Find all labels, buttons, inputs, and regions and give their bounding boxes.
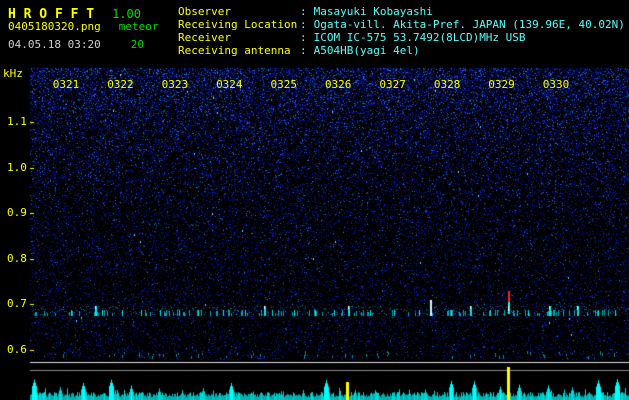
time-label: 0321 xyxy=(52,78,80,91)
info-row-observer: Observer: Masayuki Kobayashi xyxy=(178,5,625,18)
info-label: Receiver xyxy=(178,31,231,44)
time-label: 0322 xyxy=(107,78,134,91)
info-row-location: Receiving Location: Ogata-vill. Akita-Pre… xyxy=(178,18,625,31)
info-separator: : xyxy=(300,31,307,44)
time-label: 0329 xyxy=(488,78,515,91)
freq-axis-labels: 1.1 1.0 0.9 0.8 0.7 0.6 xyxy=(0,0,30,400)
freq-label: 0.7 xyxy=(7,297,27,311)
time-label: 0323 xyxy=(161,78,189,91)
freq-label: 1.1 xyxy=(7,115,27,128)
freq-label: 0.8 xyxy=(7,251,27,265)
file-row: 0405180320.png meteor xyxy=(8,20,158,33)
header: H R O F F T 1.00 0405180320.png meteor 04.… xyxy=(0,0,629,66)
time-label: 0327 xyxy=(379,78,406,91)
app-version: 1.00 xyxy=(112,7,141,21)
time-label: 0325 xyxy=(270,78,298,91)
time-label: 0324 xyxy=(216,78,243,91)
info-row-antenna: Receiving antenna: A504HB(yagi 4el) xyxy=(178,44,625,57)
freq-label: 0.9 xyxy=(7,206,27,220)
time-label: 0326 xyxy=(324,78,352,91)
freq-label: 1.0 xyxy=(7,160,27,174)
info-label: Receiving Location xyxy=(178,18,298,31)
info-separator: : xyxy=(300,44,307,57)
mode-label: meteor xyxy=(118,20,159,33)
time-label: 0328 xyxy=(433,78,461,91)
time-axis-labels: 0321 0322 0323 0324 0325 0326 0327 0328 0329 0330 xyxy=(0,78,629,91)
info-value: Masayuki Kobayashi xyxy=(313,5,433,18)
echo-count: 20 xyxy=(130,38,144,51)
info-value: Ogata-vill. Akita-Pref. JAPAN (139.96E, … xyxy=(313,18,625,31)
station-info: Observer: Masayuki Kobayashi Receiving Lo… xyxy=(178,5,625,57)
info-separator: : xyxy=(300,18,307,31)
info-label: Observer xyxy=(178,5,231,18)
info-label: Receiving antenna xyxy=(178,44,291,57)
freq-label: 0.6 xyxy=(7,343,27,356)
hrofft-screen: H R O F F T 1.00 0405180320.png meteor 04.… xyxy=(0,0,629,400)
info-value: ICOM IC-575 53.7492(8LCD)MHz USB xyxy=(313,31,526,44)
info-row-receiver: Receiver: ICOM IC-575 53.7492(8LCD)MHz US… xyxy=(178,31,625,44)
info-value: A504HB(yagi 4el) xyxy=(313,44,420,57)
info-separator: : xyxy=(300,5,307,18)
time-label: 0330 xyxy=(542,78,570,91)
